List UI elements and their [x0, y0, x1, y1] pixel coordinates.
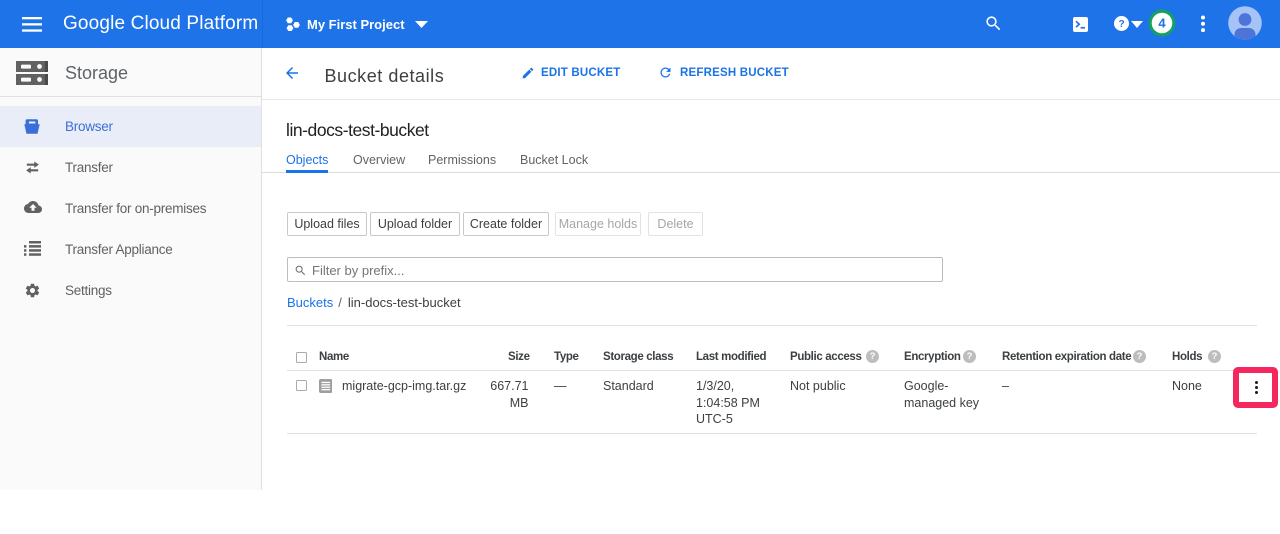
svg-text:?: ?: [1118, 19, 1124, 30]
svg-text:4: 4: [1158, 16, 1166, 31]
